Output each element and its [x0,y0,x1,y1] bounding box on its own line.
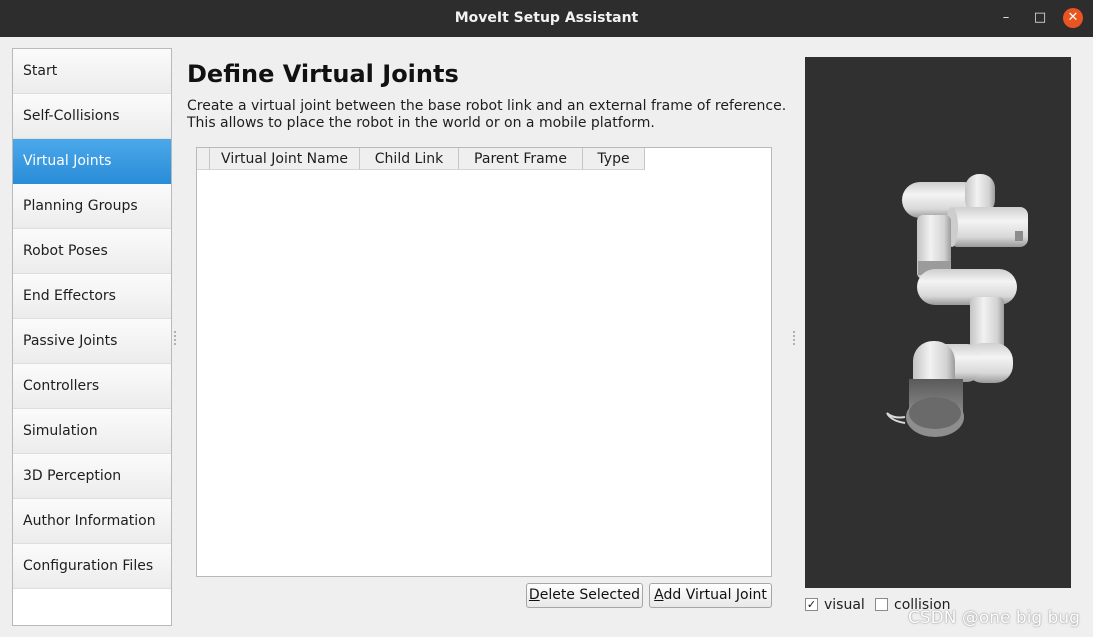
title-bar: MoveIt Setup Assistant [0,0,1093,37]
robot-3d-viewer[interactable] [805,57,1071,588]
description-line-2: This allows to place the robot in the wo… [187,115,655,131]
close-icon[interactable]: ✕ [1063,8,1083,28]
left-splitter-handle[interactable] [174,331,176,345]
base-cable [886,412,906,424]
sidebar-item-simulation[interactable]: Simulation [13,409,171,454]
collision-checkbox[interactable] [875,598,888,611]
sidebar-item-robot-poses[interactable]: Robot Poses [13,229,171,274]
column-header-virtual-joint-name[interactable]: Virtual Joint Name [210,148,360,170]
table-corner [197,148,210,170]
description-line-1: Create a virtual joint between the base … [187,98,787,114]
sidebar-item-passive-joints[interactable]: Passive Joints [13,319,171,364]
visual-label: visual [824,597,865,613]
page-title: Define Virtual Joints [187,60,459,88]
sidebar-item-self-collisions[interactable]: Self-Collisions [13,94,171,139]
sidebar-item-start[interactable]: Start [13,49,171,94]
virtual-joints-table[interactable]: Virtual Joint Name Child Link Parent Fra… [196,147,772,577]
page-description: Create a virtual joint between the base … [187,98,787,132]
sidebar-item-3d-perception[interactable]: 3D Perception [13,454,171,499]
right-splitter-handle[interactable] [793,331,795,345]
sidebar-item-controllers[interactable]: Controllers [13,364,171,409]
sidebar: Start Self-Collisions Virtual Joints Pla… [12,48,172,626]
minimize-icon[interactable]: – [996,8,1016,28]
wrist-connector [1015,231,1023,241]
sidebar-item-author-information[interactable]: Author Information [13,499,171,544]
maximize-icon[interactable]: □ [1030,8,1050,28]
column-header-type[interactable]: Type [583,148,645,170]
column-header-parent-frame[interactable]: Parent Frame [459,148,583,170]
add-label: dd Virtual Joint [663,587,767,603]
visual-checkbox[interactable]: ✓ [805,598,818,611]
sidebar-item-virtual-joints[interactable]: Virtual Joints [13,139,171,184]
sidebar-item-configuration-files[interactable]: Configuration Files [13,544,171,589]
column-header-child-link[interactable]: Child Link [360,148,459,170]
base-plate-inner [909,397,961,429]
delete-selected-button[interactable]: Delete Selected [526,583,643,608]
delete-label: elete Selected [539,587,641,603]
sidebar-item-planning-groups[interactable]: Planning Groups [13,184,171,229]
robot-arm-model [886,174,1028,437]
watermark: CSDN @one big bug [908,608,1080,628]
window-title: MoveIt Setup Assistant [454,10,639,26]
sidebar-item-end-effectors[interactable]: End Effectors [13,274,171,319]
delete-mnemonic: D [528,587,540,603]
add-virtual-joint-button[interactable]: Add Virtual Joint [649,583,772,608]
